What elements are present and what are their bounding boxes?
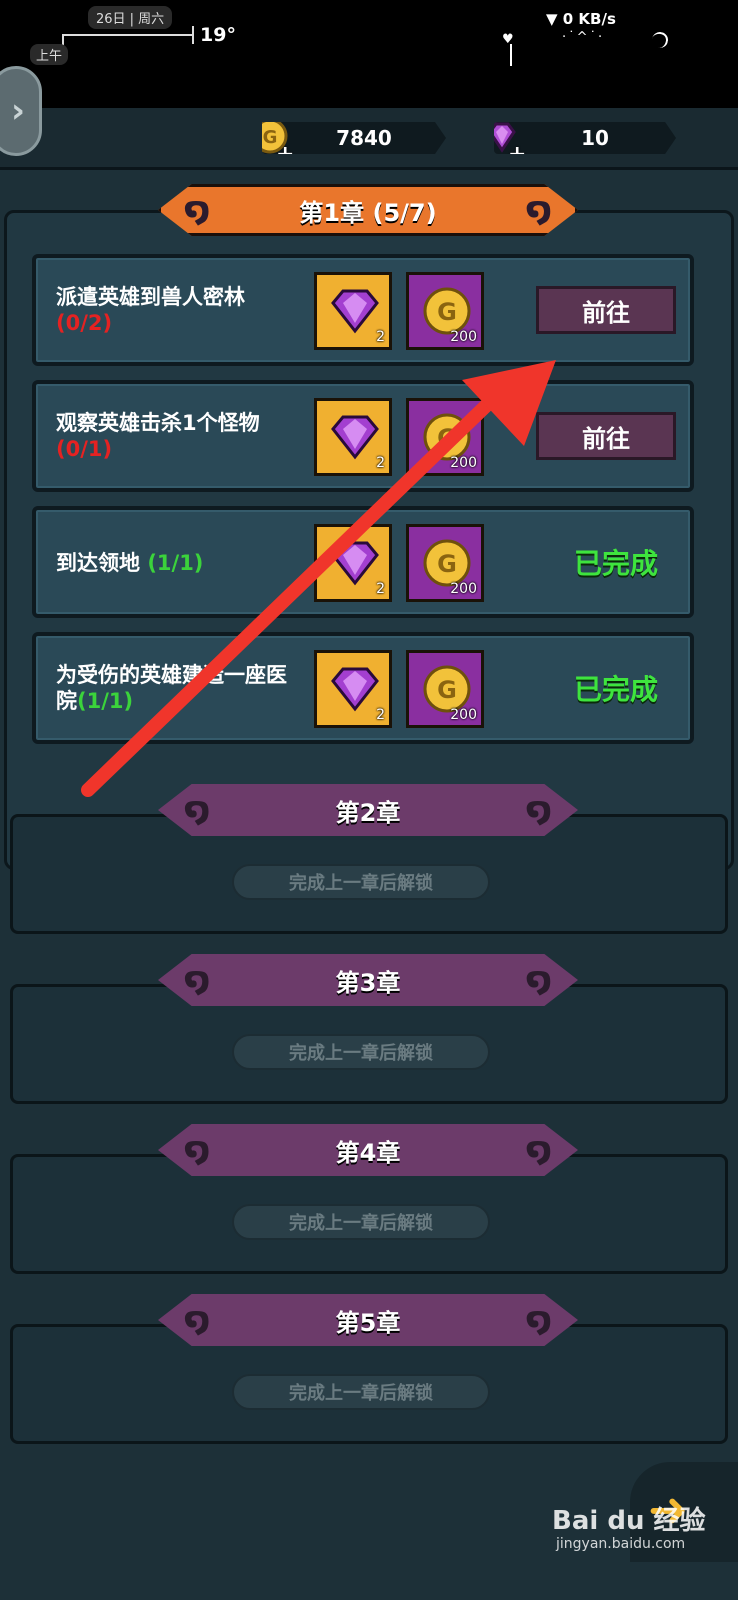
completed-status: 已完成 (573, 673, 658, 706)
task-progress: (0/1) (56, 437, 113, 461)
reward-gem-slot: 2 (314, 524, 392, 602)
reward-gem-slot: 2 (314, 398, 392, 476)
reward-gem-slot: 2 (314, 650, 392, 728)
reward-gold-slot: G 200 (406, 524, 484, 602)
banner-curl-left-icon: ໑ (184, 790, 211, 830)
completed-status: 已完成 (573, 547, 658, 580)
goto-button[interactable]: 前往 (536, 412, 676, 460)
purple-gem-icon (331, 289, 379, 334)
chapter-4-title: 第4章 (335, 1138, 401, 1167)
task-progress: (1/1) (147, 551, 204, 575)
game-screen: G + 7840 + 10 ໑ 第1章 (5/7) ໑ 派遣英雄到兽人密林(0/… (0, 108, 738, 1600)
signal-dots-icon: ·˙^˙· (562, 30, 605, 45)
banner-curl-right-icon: ໑ (525, 790, 552, 830)
chapter-2-title: 第2章 (335, 798, 401, 827)
status-temperature: 19° (200, 24, 236, 46)
status-date: 26日 | 周六 (88, 6, 173, 29)
gold-counter[interactable]: G + 7840 (262, 122, 446, 154)
banner-curl-right-icon: ໑ (525, 1300, 552, 1340)
svg-text:G: G (437, 550, 457, 578)
task-row: 观察英雄击杀1个怪物(0/1) 2 G 200 前往 (32, 380, 694, 492)
task-name: 到达领地 (1/1) (56, 551, 204, 575)
loading-arc-icon (650, 30, 670, 50)
chapter-2-banner[interactable]: ໑ 第2章 ໑ (158, 784, 578, 836)
banner-curl-left-icon: ໑ (184, 1300, 211, 1340)
unlock-hint: 完成上一章后解锁 (232, 1374, 490, 1410)
status-divider (62, 34, 194, 36)
goto-button[interactable]: 前往 (536, 286, 676, 334)
reward-count: 2 (376, 707, 385, 723)
task-name: 派遣英雄到兽人密林(0/2) (56, 285, 245, 335)
pin-line-icon (510, 44, 512, 66)
status-network-speed: ▼ 0 KB/s (546, 10, 616, 28)
gold-amount: 7840 (336, 126, 392, 150)
reward-count: 2 (376, 455, 385, 471)
add-gold-icon[interactable]: + (276, 142, 294, 154)
banner-curl-left-icon: ໑ (184, 1130, 211, 1170)
unlock-hint: 完成上一章后解锁 (232, 1034, 490, 1070)
banner-curl-left-icon: ໑ (184, 960, 211, 1000)
status-ampm: 上午 (30, 44, 69, 65)
currency-bar: G + 7840 + 10 (0, 108, 738, 170)
task-name: 观察英雄击杀1个怪物(0/1) (56, 411, 260, 461)
add-gem-icon[interactable]: + (508, 142, 526, 154)
watermark-brand: Bai du 经验 (552, 1506, 706, 1536)
task-row: 为受伤的英雄建造一座医院(1/1) 2 G 200 已完成 (32, 632, 694, 744)
reward-gold-slot: G 200 (406, 272, 484, 350)
back-button[interactable]: › (0, 66, 42, 156)
chapter-3-banner[interactable]: ໑ 第3章 ໑ (158, 954, 578, 1006)
banner-curl-right-icon: ໑ (525, 960, 552, 1000)
chapter-4-banner[interactable]: ໑ 第4章 ໑ (158, 1124, 578, 1176)
purple-gem-icon (331, 541, 379, 586)
task-row: 到达领地 (1/1) 2 G 200 已完成 (32, 506, 694, 618)
chapter-5-title: 第5章 (335, 1308, 401, 1337)
banner-curl-left-icon: ໑ (184, 190, 211, 230)
svg-text:G: G (437, 424, 457, 452)
task-name: 为受伤的英雄建造一座医院(1/1) (56, 663, 287, 713)
reward-gold-slot: G 200 (406, 650, 484, 728)
purple-gem-icon (331, 667, 379, 712)
svg-text:G: G (437, 298, 457, 326)
reward-gem-slot: 2 (314, 272, 392, 350)
unlock-hint: 完成上一章后解锁 (232, 864, 490, 900)
unlock-hint: 完成上一章后解锁 (232, 1204, 490, 1240)
task-progress: (1/1) (77, 689, 134, 713)
reward-count: 200 (450, 707, 477, 723)
status-bar: 26日 | 周六 上午 19° ▼ 0 KB/s ♥ ·˙^˙· (0, 0, 738, 110)
chapter-1-banner: ໑ 第1章 (5/7) ໑ (158, 184, 578, 236)
banner-curl-right-icon: ໑ (525, 1130, 552, 1170)
gem-counter[interactable]: + 10 (494, 122, 676, 154)
chevron-right-icon: › (10, 91, 25, 131)
reward-gold-slot: G 200 (406, 398, 484, 476)
reward-count: 200 (450, 329, 477, 345)
reward-count: 200 (450, 581, 477, 597)
banner-curl-right-icon: ໑ (525, 190, 552, 230)
watermark-url: jingyan.baidu.com (556, 1536, 686, 1552)
svg-text:G: G (437, 676, 457, 704)
status-divider-right (192, 26, 194, 44)
chapter-3-title: 第3章 (335, 968, 401, 997)
reward-count: 200 (450, 455, 477, 471)
reward-count: 2 (376, 581, 385, 597)
task-row: 派遣英雄到兽人密林(0/2) 2 G 200 前往 (32, 254, 694, 366)
purple-gem-icon (331, 415, 379, 460)
task-progress: (0/2) (56, 311, 113, 335)
reward-count: 2 (376, 329, 385, 345)
chapter-5-banner[interactable]: ໑ 第5章 ໑ (158, 1294, 578, 1346)
chapter-1-title: 第1章 (5/7) (299, 198, 437, 227)
gem-amount: 10 (581, 126, 609, 150)
